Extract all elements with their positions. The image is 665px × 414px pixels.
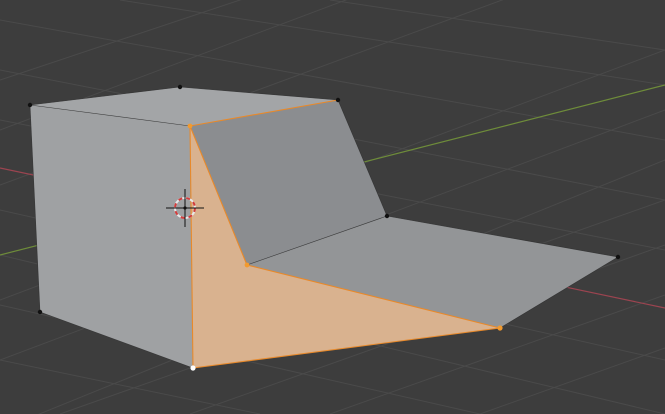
mesh-vertex[interactable]	[384, 213, 390, 219]
3d-viewport[interactable]	[0, 0, 665, 414]
viewport-scene[interactable]	[0, 0, 665, 414]
mesh-vertex-selected[interactable]	[244, 262, 250, 268]
mesh-vertex[interactable]	[27, 102, 33, 108]
mesh-vertex-selected[interactable]	[497, 325, 503, 331]
mesh-vertex[interactable]	[37, 309, 43, 315]
mesh-vertex-active[interactable]	[190, 365, 196, 371]
mesh-vertex-selected[interactable]	[187, 123, 193, 129]
mesh-vertex[interactable]	[335, 97, 341, 103]
mesh-vertex[interactable]	[615, 254, 621, 260]
cursor-center	[183, 206, 187, 210]
mesh-vertex[interactable]	[177, 84, 183, 90]
